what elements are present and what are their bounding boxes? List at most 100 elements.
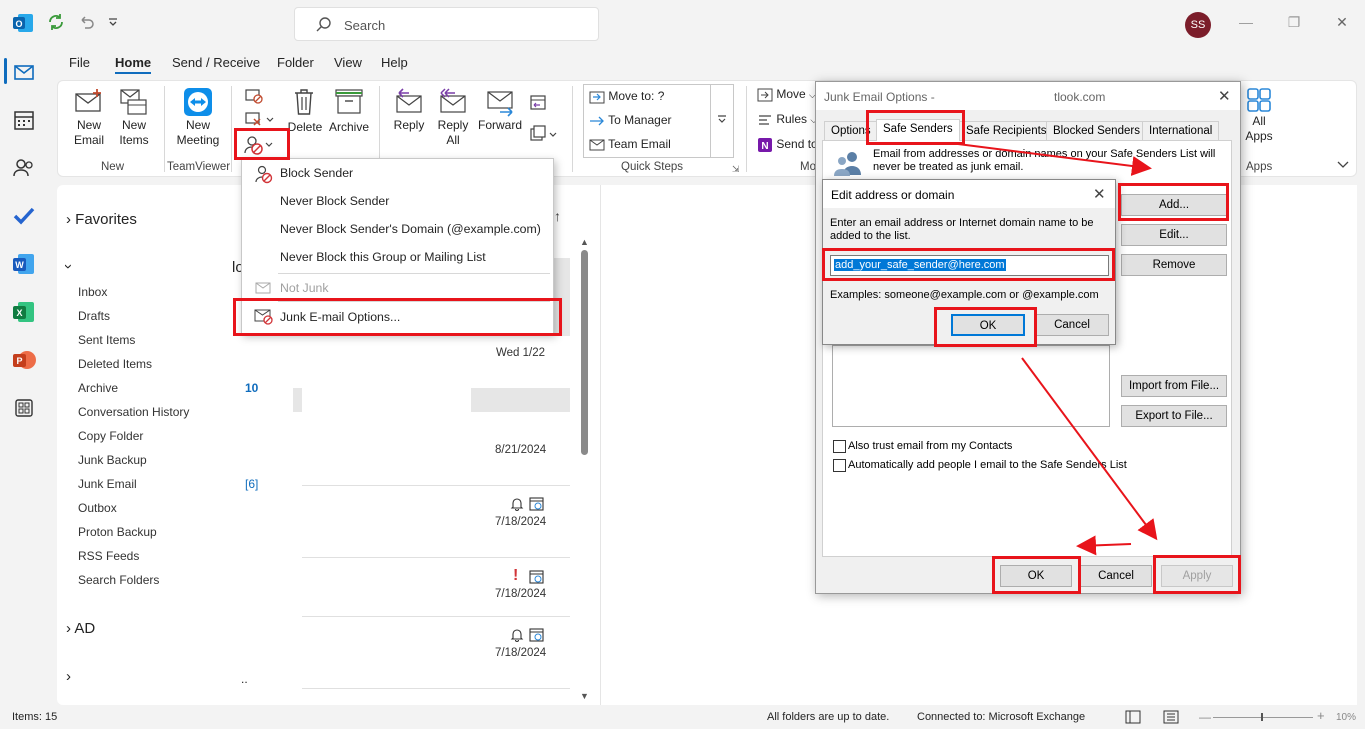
edit-cancel-button[interactable]: Cancel	[1035, 314, 1109, 336]
folder-search-folders[interactable]: Search Folders	[78, 573, 159, 587]
cancel-button[interactable]: Cancel	[1080, 565, 1152, 587]
folder-archive[interactable]: Archive	[78, 381, 118, 395]
menu-never-block-group[interactable]: Never Block this Group or Mailing List	[280, 250, 486, 264]
folder-junk-backup[interactable]: Junk Backup	[78, 453, 147, 467]
mail-icon[interactable]	[10, 58, 38, 86]
folder-copy-folder[interactable]: Copy Folder	[78, 429, 143, 443]
normal-view-icon[interactable]	[1125, 710, 1141, 724]
quick-step-to-manager[interactable]: To Manager	[589, 113, 672, 129]
export-to-file-button[interactable]: Export to File...	[1121, 405, 1227, 427]
account-header[interactable]: ›	[60, 258, 77, 275]
teamviewer-icon	[184, 88, 212, 116]
more-respond-icon[interactable]	[528, 124, 560, 144]
zoom-slider[interactable]	[1213, 717, 1313, 718]
forward-button[interactable]: Forward	[477, 86, 523, 133]
rules-button[interactable]: Rules ⌵	[757, 112, 817, 128]
reply-button[interactable]: Reply	[389, 86, 429, 133]
dialog-close-icon[interactable]: ✕	[1218, 87, 1231, 105]
zoom-in-icon[interactable]: +	[1317, 708, 1325, 723]
undo-icon[interactable]	[76, 12, 98, 34]
quick-step-move-to[interactable]: Move to: ?	[589, 89, 664, 105]
menu-separator	[278, 273, 550, 274]
archive-button[interactable]	[331, 86, 367, 118]
tab-folder[interactable]: Folder	[277, 55, 314, 70]
excel-icon[interactable]: X	[10, 298, 38, 326]
remove-button[interactable]: Remove	[1121, 254, 1227, 276]
import-from-file-button[interactable]: Import from File...	[1121, 375, 1227, 397]
edit-button[interactable]: Edit...	[1121, 224, 1227, 246]
ignore-icon[interactable]	[244, 87, 264, 105]
move-button[interactable]: Move ⌵	[757, 87, 816, 103]
apps-icon[interactable]	[10, 394, 38, 422]
rules-label: Rules	[776, 112, 808, 127]
new-email-icon	[75, 89, 101, 112]
menu-block-sender[interactable]: Block Sender	[280, 166, 353, 180]
sort-arrow-icon[interactable]: ↑	[554, 208, 561, 224]
forward-label: Forward	[477, 118, 522, 132]
tab-file[interactable]: File	[69, 55, 90, 70]
tab-send-receive[interactable]: Send / Receive	[172, 55, 260, 70]
folder-outbox[interactable]: Outbox	[78, 501, 117, 515]
chevron-down-icon: ›	[60, 264, 77, 269]
scroll-up-icon[interactable]: ▲	[580, 237, 589, 247]
todo-icon[interactable]	[10, 202, 38, 230]
edit-dialog-close-icon[interactable]: ✕	[1093, 185, 1106, 203]
auto-add-checkbox[interactable]	[833, 459, 846, 472]
new-email-button[interactable]: New Email	[68, 86, 110, 148]
safe-senders-list[interactable]	[832, 345, 1110, 427]
quick-step-team-email-label: Team Email	[608, 137, 671, 152]
reply-all-label-2: All	[446, 133, 460, 147]
scrollbar-thumb[interactable]	[581, 250, 588, 455]
menu-never-block-sender[interactable]: Never Block Sender	[280, 194, 389, 208]
cleanup-icon[interactable]	[244, 110, 276, 128]
menu-never-block-domain[interactable]: Never Block Sender's Domain (@example.co…	[280, 222, 541, 236]
reply-all-button[interactable]: Reply All	[432, 86, 474, 148]
tab-help[interactable]: Help	[381, 55, 408, 70]
calendar-icon[interactable]	[10, 106, 38, 134]
ribbon-collapse-icon[interactable]	[1336, 157, 1350, 171]
minimize-button[interactable]: —	[1236, 14, 1256, 34]
folder-conversation-history[interactable]: Conversation History	[78, 405, 189, 419]
powerpoint-icon[interactable]: P	[10, 346, 38, 374]
folder-drafts[interactable]: Drafts	[78, 309, 110, 323]
dialog-launcher-icon[interactable]: ⇲	[732, 164, 740, 175]
folder-junk-email[interactable]: Junk Email	[78, 477, 137, 491]
word-icon[interactable]: W	[10, 250, 38, 278]
quick-step-team-email[interactable]: Team Email	[589, 137, 671, 153]
zoom-out-icon[interactable]: —	[1199, 710, 1211, 724]
folder-rss-feeds[interactable]: RSS Feeds	[78, 549, 139, 563]
collapsed-group-header[interactable]: ›	[66, 668, 71, 685]
all-apps-button[interactable]: All Apps	[1241, 86, 1277, 144]
svg-text:N: N	[761, 141, 768, 152]
send-to-onenote-button[interactable]: N Send to	[757, 137, 818, 153]
calendar-refresh-icon	[529, 569, 545, 585]
new-meeting-button[interactable]: New Meeting	[172, 86, 224, 148]
tab-home[interactable]: Home	[115, 55, 152, 74]
folder-sent-items[interactable]: Sent Items	[78, 333, 135, 347]
group-ad-header[interactable]: › AD	[66, 620, 95, 637]
sync-icon[interactable]	[46, 12, 68, 34]
trust-contacts-checkbox[interactable]	[833, 440, 846, 453]
people-icon[interactable]	[10, 154, 38, 182]
restore-button[interactable]: ❐	[1284, 14, 1304, 34]
scroll-down-icon[interactable]: ▼	[580, 691, 589, 701]
folder-deleted-items[interactable]: Deleted Items	[78, 357, 152, 371]
delete-button[interactable]	[290, 86, 318, 118]
zoom-slider-thumb[interactable]	[1261, 713, 1263, 721]
close-window-button[interactable]: ✕	[1332, 14, 1352, 34]
search-box[interactable]: Search	[294, 7, 599, 41]
new-items-button[interactable]: New Items	[113, 86, 155, 148]
bell-icon	[509, 496, 525, 512]
meeting-reply-icon[interactable]	[528, 92, 548, 112]
quick-steps-expand-button[interactable]	[710, 84, 734, 158]
folder-inbox[interactable]: Inbox	[78, 285, 107, 299]
folder-proton-backup[interactable]: Proton Backup	[78, 525, 157, 539]
tab-safe-recipients[interactable]: Safe Recipients	[959, 121, 1054, 141]
tab-international[interactable]: International	[1142, 121, 1220, 141]
avatar[interactable]: SS	[1185, 12, 1211, 38]
customize-toolbar-icon[interactable]	[106, 12, 128, 34]
favorites-header[interactable]: › Favorites	[66, 211, 137, 228]
tab-view[interactable]: View	[334, 55, 362, 70]
reading-view-icon[interactable]	[1163, 710, 1179, 724]
tab-blocked-senders[interactable]: Blocked Senders	[1046, 121, 1147, 141]
